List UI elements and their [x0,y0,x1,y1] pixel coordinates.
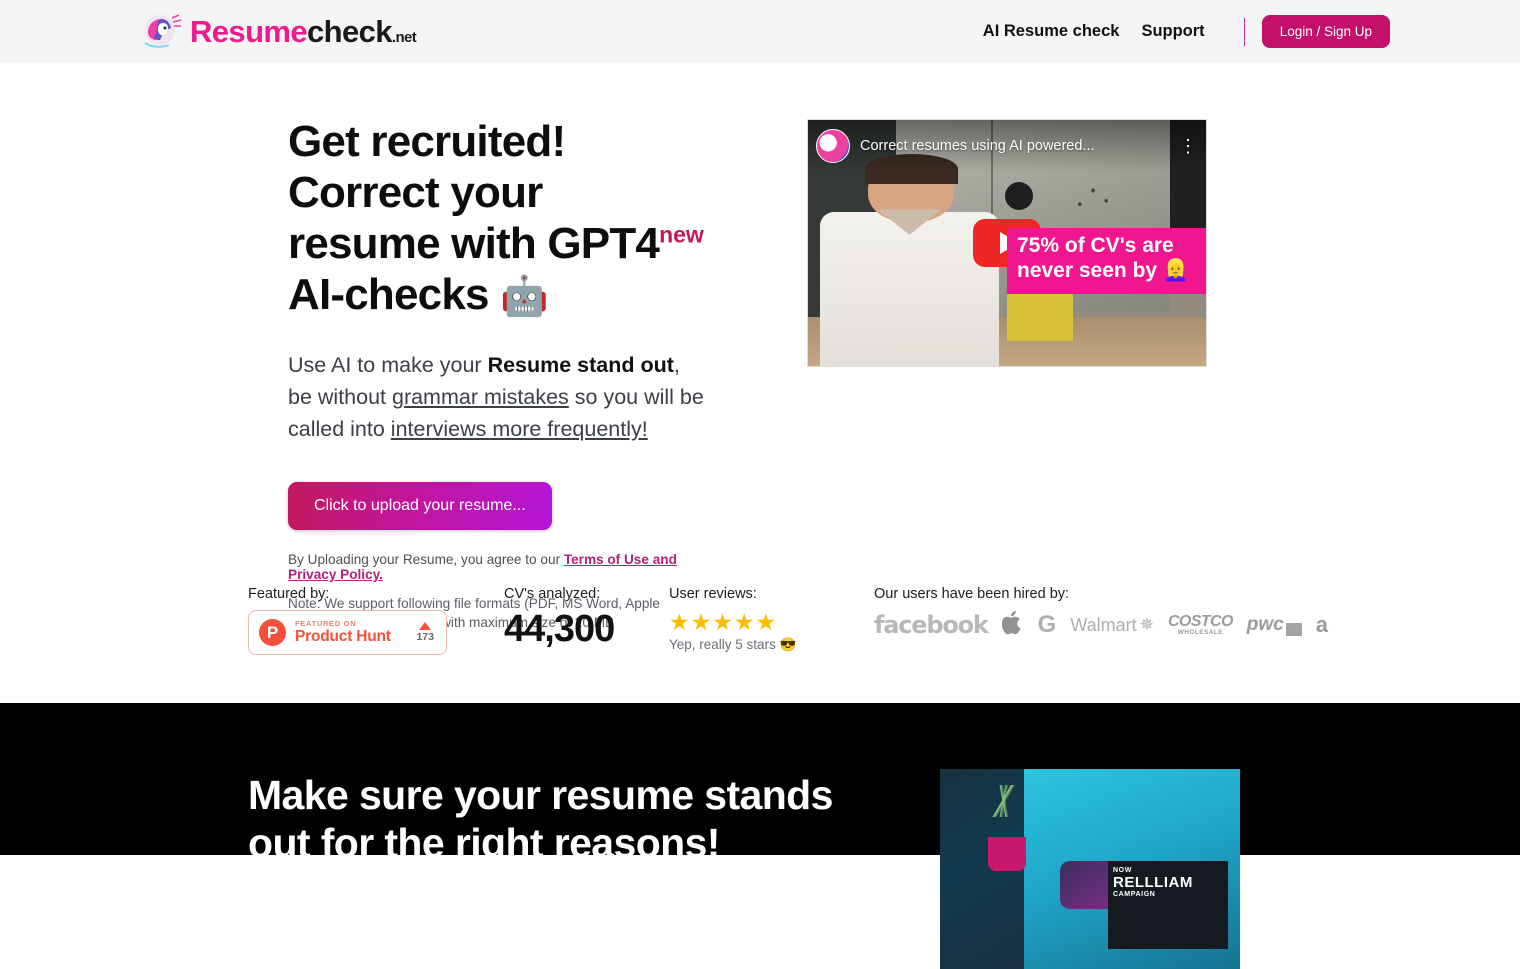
header-navigation: AI Resume check Support Login / Sign Up [972,15,1390,48]
pwc-block [1285,623,1302,636]
user-reviews-note: Yep, really 5 stars 😎 [669,637,797,653]
product-hunt-votes: 173 [416,622,434,643]
login-signup-button[interactable]: Login / Sign Up [1261,15,1390,48]
video-title[interactable]: Correct resumes using AI powered... [860,138,1178,154]
product-hunt-vote-count: 173 [416,631,434,643]
product-hunt-icon: P [259,619,286,646]
video-top-bar: Correct resumes using AI powered... ⋮ [808,120,1206,172]
hero-title-part1: Get recruited! Correct your resume with … [288,117,660,269]
facebook-logo-icon: facebook [874,611,989,639]
upvote-arrow-icon [419,622,432,630]
amazon-logo-icon: a [1316,614,1328,636]
subtitle-bold: Resume stand out [487,353,674,378]
terms-agreement-text: By Uploading your Resume, you agree to o… [288,552,705,582]
dark-section-title: Make sure your resume stands out for the… [248,772,833,855]
pwc-wordmark: pwc [1246,614,1284,635]
subtitle-link-interviews: interviews more frequently! [390,416,648,441]
site-header: Resumecheck.net AI Resume check Support … [0,0,1520,63]
star-rating-icon: ★★★★★ [669,609,778,635]
photo-card-text: NOW RELLLIAM CAMPAIGN [1108,861,1228,949]
costco-sub: WHOLESALE [1177,628,1223,636]
stat-user-reviews: User reviews: ★★★★★ Yep, really 5 stars … [669,586,874,653]
subtitle-part1: Use AI to make your [288,353,488,378]
hired-by-label: Our users have been hired by: [874,586,1070,602]
brand-word-2: check [307,14,393,49]
channel-avatar-icon[interactable] [816,129,850,163]
brand-word-1: Resume [190,14,308,49]
more-options-icon[interactable]: ⋮ [1178,137,1198,155]
apple-logo-icon [1001,610,1024,640]
walmart-spark-icon: ✵ [1139,615,1154,634]
user-reviews-label: User reviews: [669,586,757,602]
google-logo-icon: G [1037,611,1057,638]
terms-prefix: By Uploading your Resume, you agree to o… [288,551,564,567]
photo-card-big: RELLLIAM [1113,874,1193,891]
video-caption-overlay: 75% of CV's are never seen by 👱‍♀️ [1007,228,1206,294]
pwc-logo-icon: pwc [1247,614,1302,636]
resumecheck-logo-icon [144,13,182,48]
photo-card-top: NOW [1113,867,1132,874]
hero-subtitle: Use AI to make your Resume stand out, be… [288,350,705,445]
subtitle-link-grammar: grammar mistakes [391,384,569,409]
upload-resume-button[interactable]: Click to upload your resume... [288,481,552,530]
stat-featured-by: Featured by: P FEATURED ON Product Hunt … [248,586,504,655]
dark-section-photo: NOW RELLLIAM CAMPAIGN [940,769,1240,969]
nav-item-ai-resume-check[interactable]: AI Resume check [972,22,1131,41]
walmart-wordmark: Walmart [1070,614,1137,635]
photo-card-sub: CAMPAIGN [1113,891,1156,898]
page-title: Get recruited! Correct your resume with … [288,116,705,320]
stats-row: Featured by: P FEATURED ON Product Hunt … [248,586,1328,655]
new-badge: new [659,221,704,248]
product-hunt-name: Product Hunt [295,628,391,646]
brand-word-3: .net [391,29,417,46]
product-hunt-featured-on: FEATURED ON [295,619,357,629]
hero-title-part2: AI-checks [288,270,501,320]
hero-section: Get recruited! Correct your resume with … [0,63,1520,703]
featured-by-label: Featured by: [248,586,330,602]
product-hunt-badge[interactable]: P FEATURED ON Product Hunt 173 [248,610,447,655]
stat-hired-by: Our users have been hired by: facebook G… [874,586,1328,640]
amazon-wordmark: a [1315,612,1328,637]
stat-cvs-analyzed: CV's analyzed: 44,300 [504,586,669,650]
walmart-logo-icon: Walmart ✵ [1070,615,1154,636]
brand-logo[interactable]: Resumecheck.net [140,10,417,54]
nav-item-support[interactable]: Support [1130,22,1215,41]
robot-icon: 🤖 [500,275,549,319]
costco-wordmark: COSTCO [1167,612,1233,630]
brand-wordmark: Resumecheck.net [190,14,417,49]
costco-logo-icon: COSTCO WHOLESALE [1167,612,1233,637]
benefits-dark-section: Make sure your resume stands out for the… [0,703,1520,855]
nav-divider [1243,17,1245,46]
company-logo-row: facebook G Walmart ✵ COSTCO WHOLESALE pwc… [874,610,1328,640]
cvs-analyzed-label: CV's analyzed: [504,586,601,602]
product-hunt-text: FEATURED ON Product Hunt [295,619,416,645]
cvs-analyzed-value: 44,300 [504,608,615,650]
video-player[interactable]: Correct resumes using AI powered... ⋮ 75… [807,119,1207,367]
